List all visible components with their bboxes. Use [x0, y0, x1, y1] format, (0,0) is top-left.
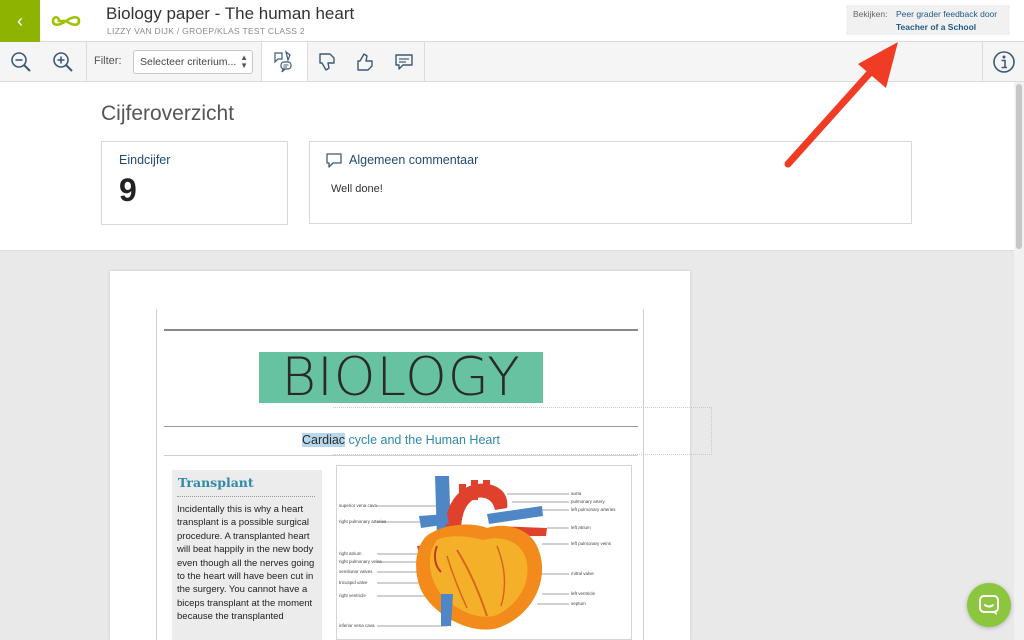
figure-label: right pulmonary arteries	[339, 519, 387, 524]
document-title: Biology paper - The human heart	[106, 4, 355, 23]
thumbs-down-icon	[319, 52, 335, 71]
figure-label: tricuspid valve	[339, 580, 368, 585]
final-grade-card: Eindcijfer 9	[101, 141, 288, 225]
page-scrollbar[interactable]	[1014, 82, 1024, 640]
thumbs-up-icon	[357, 52, 373, 71]
back-button[interactable]: ‹	[0, 0, 40, 42]
feedback-bubbles-icon	[273, 50, 292, 72]
figure-label: left ventricle	[571, 591, 596, 596]
chevron-left-icon: ‹	[17, 10, 23, 31]
general-comment-text: Well done!	[331, 183, 383, 195]
filter-label: Filter:	[94, 55, 122, 67]
final-grade-label: Eindcijfer	[119, 153, 171, 167]
figure-label: septum	[571, 601, 586, 606]
zoom-out-button[interactable]	[6, 42, 36, 81]
info-button[interactable]	[983, 42, 1024, 81]
select-arrows-icon: ▲ ▼	[240, 53, 248, 70]
filter-select[interactable]: Selecteer criterium... ▲ ▼	[133, 50, 253, 74]
document-heading: BIOLOGY	[281, 347, 521, 408]
toolbar-divider	[86, 42, 87, 81]
filter-select-value: Selecteer criterium...	[140, 56, 237, 68]
chat-button[interactable]	[967, 583, 1011, 627]
document-subtitle: LIZZY VAN DIJK / GROEP/KLAS TEST CLASS 2	[107, 26, 305, 36]
overview-title: Cijferoverzicht	[101, 102, 235, 125]
comment-icon	[395, 53, 413, 70]
figure-label: right pulmonary veins	[339, 559, 382, 564]
final-grade-value: 9	[119, 172, 137, 208]
figure-label: semilunar valves	[339, 569, 373, 574]
positive-feedback-button[interactable]	[346, 42, 384, 81]
figure-label: right atrium	[339, 551, 362, 556]
document-page: BIOLOGY Cardiac cycle and the Human Hear…	[110, 271, 690, 640]
general-comment-label: Algemeen commentaar	[349, 153, 479, 167]
divider	[164, 455, 638, 456]
figure-label: superior vena cava	[339, 503, 378, 508]
comment-icon	[326, 153, 342, 168]
figure-label: aorta	[571, 491, 582, 496]
heart-illustration	[377, 476, 569, 630]
figure-label: left pulmonary veins	[571, 541, 612, 546]
zoom-out-icon	[11, 51, 31, 72]
figure-label: pulmonary artery	[571, 499, 605, 504]
app-header: ‹ Biology paper - The human heart LIZZY …	[0, 0, 1024, 42]
heart-diagram: superior vena cava right pulmonary arter…	[336, 465, 632, 640]
figure-label: left atrium	[571, 525, 591, 530]
negative-feedback-button[interactable]	[308, 42, 346, 81]
comment-feedback-button[interactable]	[384, 42, 424, 81]
scrollbar-thumb[interactable]	[1016, 84, 1022, 249]
all-feedback-button[interactable]	[262, 42, 307, 81]
info-icon	[992, 50, 1015, 73]
dotted-divider	[177, 496, 315, 497]
selection-outline	[333, 407, 712, 455]
figure-label: mitral valve	[571, 571, 594, 576]
divider	[164, 329, 638, 331]
view-selector[interactable]: Bekijken: Peer grader feedback door Teac…	[846, 5, 1010, 35]
annotation-arrow-icon	[784, 42, 898, 168]
figure-label: left pulmonary arteries	[571, 507, 616, 512]
figure-label: inferior vena cava	[339, 623, 375, 628]
zoom-in-button[interactable]	[48, 42, 78, 81]
toolbar-divider	[424, 42, 425, 81]
figure-label: right ventricle	[339, 593, 366, 598]
document-content: BIOLOGY Cardiac cycle and the Human Hear…	[156, 309, 644, 640]
sidebar-title: Transplant	[178, 475, 254, 490]
view-label: Bekijken:	[853, 9, 888, 19]
transplant-sidebar: Transplant Incidentally this is why a he…	[172, 470, 322, 640]
infinity-logo[interactable]	[40, 0, 92, 42]
zoom-in-icon	[53, 51, 73, 72]
sidebar-text: Incidentally this is why a heart transpl…	[177, 504, 315, 623]
chat-icon	[979, 595, 999, 615]
view-value-line1[interactable]: Peer grader feedback door	[896, 9, 997, 19]
view-value-line2[interactable]: Teacher of a School	[896, 22, 976, 32]
